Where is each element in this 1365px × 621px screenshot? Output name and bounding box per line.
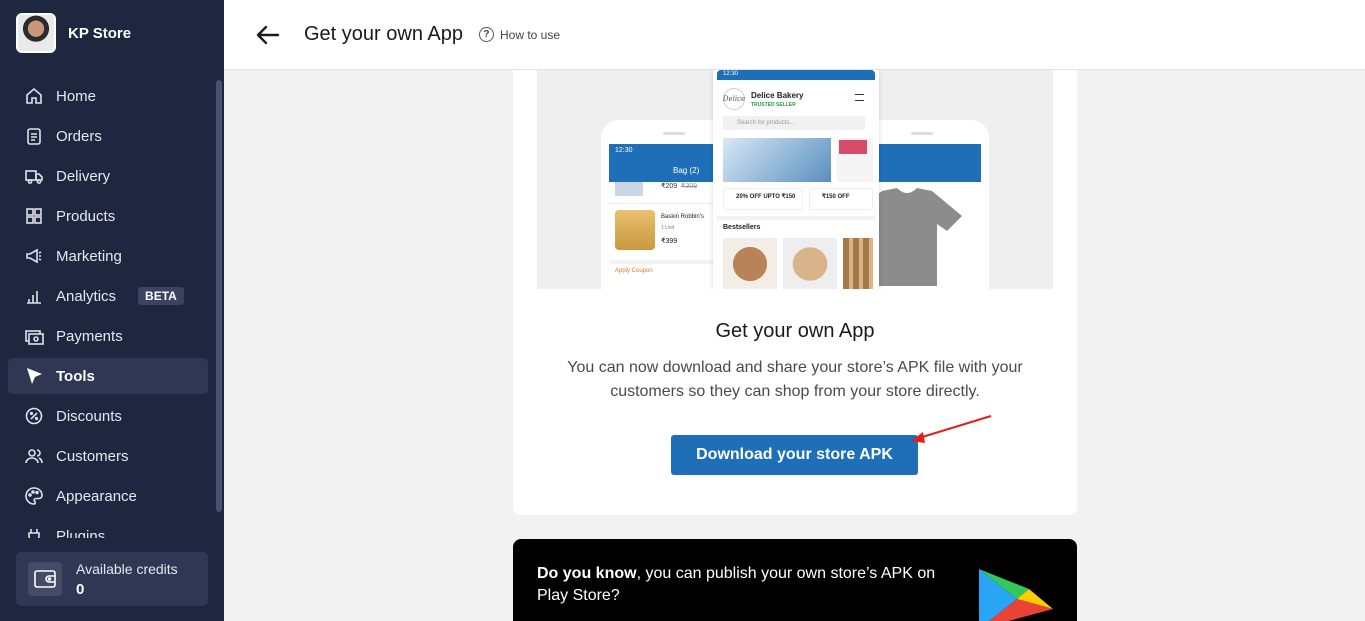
- sidebar-item-label: Delivery: [56, 167, 111, 185]
- sidebar-item-products[interactable]: Products: [8, 198, 208, 234]
- sidebar-item-marketing[interactable]: Marketing: [8, 238, 208, 274]
- sidebar-item-payments[interactable]: Payments: [8, 318, 208, 354]
- grid-icon: [24, 206, 44, 226]
- sidebar-item-label: Plugins: [56, 527, 106, 539]
- how-to-use-label: How to use: [499, 27, 561, 42]
- back-arrow-icon[interactable]: [255, 22, 281, 48]
- megaphone-icon: [24, 246, 44, 266]
- annotation-arrow-icon: [911, 415, 992, 443]
- card-description: You can now download and share your stor…: [567, 359, 1023, 400]
- sidebar-item-label: Discounts: [56, 407, 122, 425]
- avatar: [16, 13, 56, 53]
- sidebar-item-appearance[interactable]: Appearance: [8, 478, 208, 514]
- sidebar-item-discounts[interactable]: Discounts: [8, 398, 208, 434]
- mockup-price2: ₹399: [661, 238, 678, 245]
- mockup-bag-title: Bag (2): [673, 166, 700, 175]
- mockup-search: Search for products...: [723, 116, 865, 130]
- mockup-coupon: Apply Coupon: [615, 268, 653, 274]
- bakery-logo: Delice: [723, 88, 745, 110]
- sidebar: KP Store Home Orders Delivery Products M…: [0, 0, 224, 621]
- sidebar-item-analytics[interactable]: Analytics BETA: [8, 278, 208, 314]
- percent-badge-icon: [24, 406, 44, 426]
- page-title: Get your own App: [304, 23, 463, 45]
- truck-icon: [24, 166, 44, 186]
- sidebar-item-customers[interactable]: Customers: [8, 438, 208, 474]
- app-download-card: 12:30 Bag (2) ₹209 ₹309 Baskin Robbin's …: [513, 70, 1077, 515]
- sidebar-item-label: Marketing: [56, 247, 122, 265]
- store-name: KP Store: [68, 24, 132, 42]
- sidebar-item-orders[interactable]: Orders: [8, 118, 208, 154]
- mockup-unit: 1 Unit: [661, 225, 675, 231]
- sidebar-item-tools[interactable]: Tools: [8, 358, 208, 394]
- play-store-info-card: Do you know, you can publish your own st…: [513, 539, 1077, 621]
- palette-icon: [24, 486, 44, 506]
- sidebar-scrollbar[interactable]: [216, 80, 222, 512]
- sidebar-nav: Home Orders Delivery Products Marketing …: [8, 78, 208, 538]
- sidebar-item-home[interactable]: Home: [8, 78, 208, 114]
- mockup-offer1: 20% OFF UPTO ₹150: [723, 188, 803, 210]
- mockup-store-name: Delice Bakery: [751, 91, 804, 100]
- sidebar-item-label: Orders: [56, 127, 102, 145]
- clipboard-icon: [24, 126, 44, 146]
- sidebar-item-label: Payments: [56, 327, 123, 345]
- users-icon: [24, 446, 44, 466]
- credits-panel[interactable]: Available credits 0: [16, 552, 208, 606]
- sidebar-item-label: Tools: [56, 367, 95, 385]
- app-preview-illustration: 12:30 Bag (2) ₹209 ₹309 Baskin Robbin's …: [537, 70, 1053, 289]
- wallet-icon: [28, 562, 62, 596]
- mockup-offer2: ₹150 OFF: [809, 188, 873, 210]
- bar-chart-icon: [24, 286, 44, 306]
- mockup-item: Baskin Robbin's: [661, 214, 704, 220]
- credits-value: 0: [76, 580, 85, 598]
- mockup-price1: ₹209: [661, 183, 678, 190]
- sidebar-item-delivery[interactable]: Delivery: [8, 158, 208, 194]
- mockup-price1-old: ₹309: [681, 183, 698, 190]
- home-icon: [24, 86, 44, 106]
- sidebar-item-label: Appearance: [56, 487, 137, 505]
- mockup-time: 12:30: [615, 147, 633, 154]
- how-to-use-link[interactable]: ? How to use: [478, 27, 561, 42]
- help-icon: ?: [478, 27, 494, 42]
- mockup-store-time: 12:30: [723, 71, 739, 77]
- beta-badge: BETA: [138, 287, 184, 305]
- sidebar-item-label: Analytics: [56, 287, 117, 305]
- download-apk-button[interactable]: Download your store APK: [671, 435, 918, 475]
- mockup-bestsellers: Bestsellers: [723, 224, 761, 231]
- cash-icon: [24, 326, 44, 346]
- sidebar-item-plugins[interactable]: Plugins: [8, 518, 208, 538]
- play-store-logo-icon: [979, 569, 1053, 621]
- sidebar-item-label: Products: [56, 207, 116, 225]
- sidebar-item-label: Home: [56, 87, 97, 105]
- cursor-icon: [24, 366, 44, 386]
- page-header: Get your own App ? How to use: [224, 0, 1365, 70]
- phone-mockup-store: 12:30 Delice Delice Bakery TRUSTED SELLE…: [713, 70, 879, 289]
- plug-icon: [24, 526, 44, 538]
- menu-icon: [855, 94, 864, 101]
- credits-label: Available credits: [76, 560, 178, 577]
- store-header[interactable]: KP Store: [16, 13, 131, 53]
- card-title: Get your own App: [715, 320, 875, 342]
- mockup-trusted: TRUSTED SELLER: [751, 102, 796, 108]
- info-bold: Do you know: [537, 565, 637, 582]
- info-text: Do you know, you can publish your own st…: [537, 563, 957, 607]
- sidebar-item-label: Customers: [56, 447, 129, 465]
